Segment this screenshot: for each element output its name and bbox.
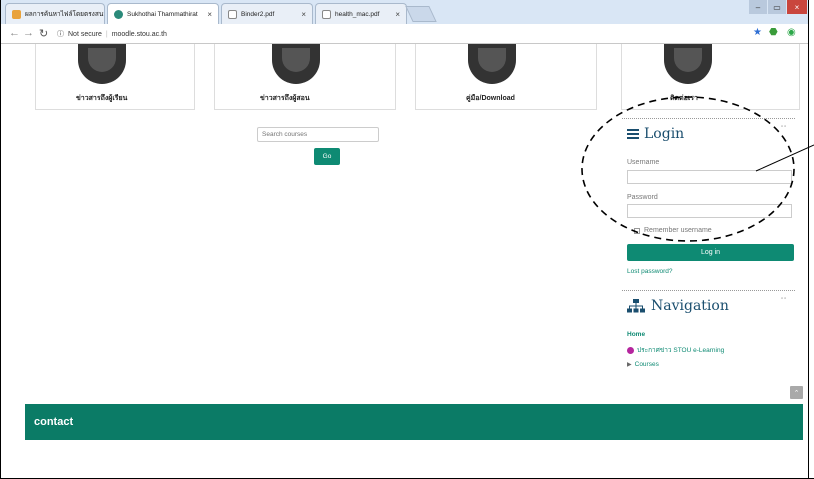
close-window-icon[interactable]: ×: [787, 0, 807, 14]
close-icon[interactable]: ×: [207, 10, 212, 19]
login-button[interactable]: Log in: [627, 244, 794, 261]
tab-health-mac[interactable]: health_mac.pdf ×: [315, 3, 407, 24]
login-block-title: Login: [627, 126, 684, 142]
forward-arrow-icon[interactable]: →: [23, 27, 34, 39]
login-title-text: Login: [644, 126, 685, 142]
lost-password-link[interactable]: Lost password?: [627, 268, 673, 275]
remember-checkbox[interactable]: [634, 227, 640, 234]
reload-icon[interactable]: ↻: [39, 27, 48, 40]
minimize-icon[interactable]: –: [749, 0, 767, 14]
password-field[interactable]: [627, 204, 792, 218]
back-arrow-icon[interactable]: ←: [9, 27, 20, 39]
nav-item-courses[interactable]: ▶ Courses: [627, 361, 659, 368]
search-courses-input[interactable]: [257, 127, 379, 142]
nav-item-label: ประกาศข่าว STOU e-Learning: [637, 347, 725, 354]
card-label[interactable]: ติดต่อเรา: [670, 93, 698, 104]
url-separator: |: [105, 30, 108, 38]
scroll-to-top-button[interactable]: ⌃: [790, 386, 803, 399]
maximize-icon[interactable]: ▭: [768, 0, 786, 14]
remember-username[interactable]: Remember username: [634, 227, 712, 234]
navigation-block-title: Navigation: [627, 298, 729, 314]
card-label[interactable]: ข่าวสารถึงผู้สอน: [260, 93, 310, 104]
remember-label: Remember username: [644, 227, 712, 234]
moodle-icon: [114, 9, 123, 19]
account-icon[interactable]: ◉: [787, 27, 796, 38]
extension-icon[interactable]: ⬣: [769, 27, 778, 38]
card-label[interactable]: คู่มือ/Download: [466, 93, 515, 104]
new-tab-button[interactable]: [405, 6, 437, 22]
navigation-title-text: Navigation: [651, 298, 729, 314]
tab-label: ผลการค้นหาไฟล์โดยตรงสนามบิน: [25, 11, 104, 18]
star-icon[interactable]: ★: [753, 27, 762, 38]
tab-sukhothai[interactable]: Sukhothai Thammathirat ×: [107, 3, 219, 24]
password-label: Password: [627, 194, 658, 201]
nav-item-announcements[interactable]: ประกาศข่าว STOU e-Learning: [627, 345, 724, 355]
document-icon: [322, 9, 331, 19]
forum-icon: [627, 346, 634, 354]
block-controls-icon[interactable]: ▫▫: [781, 124, 787, 130]
tab-label: health_mac.pdf: [335, 10, 380, 18]
browser-address-bar: ← → ↻ ⓘ Not secure | moodle.stou.ac.th ★…: [1, 24, 808, 44]
close-icon[interactable]: ×: [395, 10, 400, 19]
tab-binder2[interactable]: Binder2.pdf ×: [221, 3, 313, 24]
browser-tab-bar: ผลการค้นหาไฟล์โดยตรงสนามบิน × Sukhothai …: [1, 0, 808, 24]
nav-item-label: Courses: [634, 361, 659, 368]
footer-contact-text[interactable]: contact: [34, 416, 73, 428]
tab-search-results[interactable]: ผลการค้นหาไฟล์โดยตรงสนามบิน ×: [5, 3, 105, 24]
page-footer: contact: [25, 404, 803, 440]
url-text: moodle.stou.ac.th: [111, 30, 167, 38]
drive-icon: [12, 9, 21, 19]
menu-icon: [627, 129, 639, 139]
sitemap-icon: [627, 299, 645, 313]
block-divider: [622, 118, 795, 119]
username-field[interactable]: [627, 170, 792, 184]
document-icon: [228, 9, 237, 19]
card-label[interactable]: ข่าวสารถึงผู้เรียน: [76, 93, 127, 104]
nav-item-home[interactable]: Home: [627, 331, 645, 338]
username-label: Username: [627, 159, 660, 166]
url-field[interactable]: ⓘ Not secure | moodle.stou.ac.th: [57, 27, 737, 41]
expand-arrow-icon[interactable]: ▶: [627, 361, 632, 368]
frame-right-edge: [808, 0, 809, 479]
nav-item-label: Home: [627, 331, 646, 338]
block-controls-icon[interactable]: ▫▫: [781, 296, 787, 302]
go-button[interactable]: Go: [314, 148, 340, 165]
tab-label: Sukhothai Thammathirat: [127, 10, 198, 18]
block-divider: [622, 290, 795, 291]
close-icon[interactable]: ×: [301, 10, 306, 19]
info-icon: ⓘ: [57, 31, 64, 38]
security-label: Not secure: [68, 30, 102, 38]
tab-label: Binder2.pdf: [241, 10, 275, 18]
